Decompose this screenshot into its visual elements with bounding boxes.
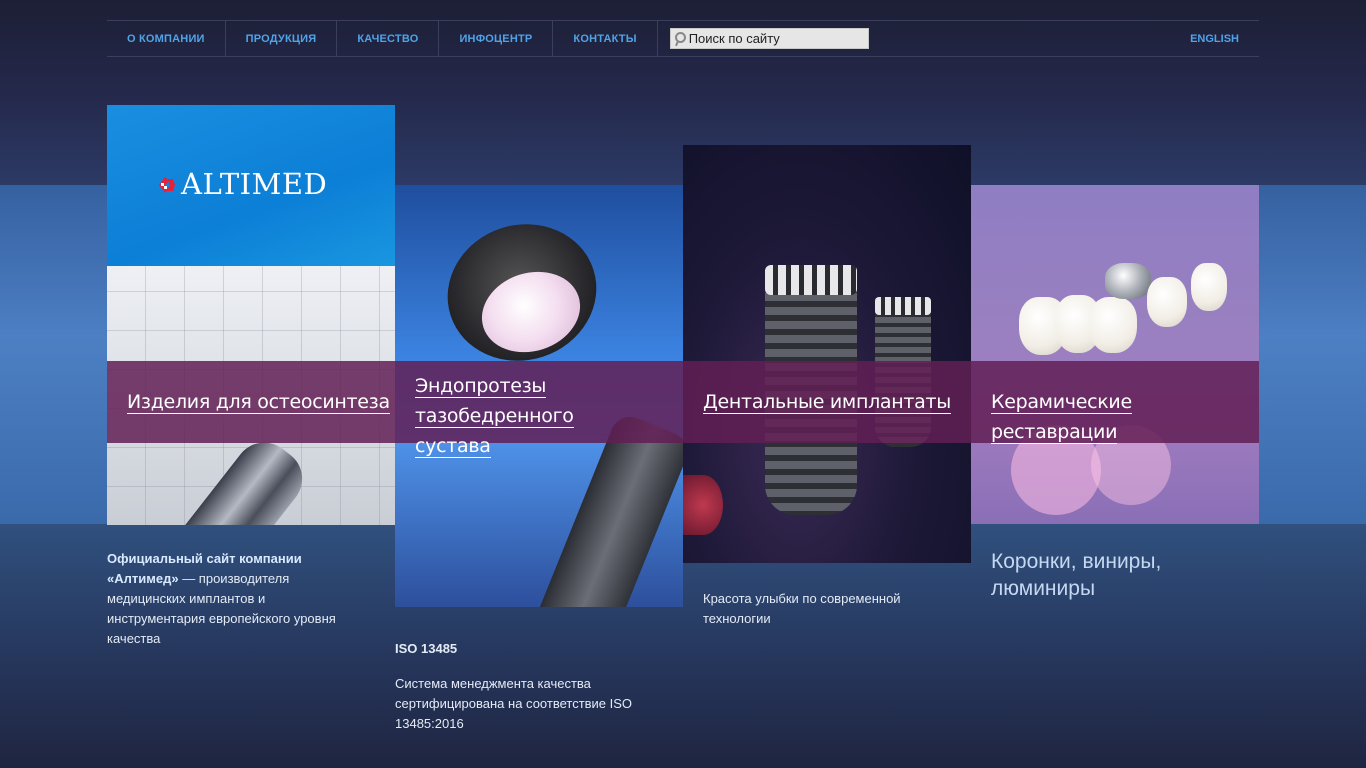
tile-label-osteosynthesis[interactable]: Изделия для остеосинтеза xyxy=(127,387,390,417)
dental-text-line: технологии xyxy=(703,611,771,626)
language-switch[interactable]: ENGLISH xyxy=(1190,33,1259,45)
logo-text: ALTIMED xyxy=(181,167,328,201)
ceramic-description: Коронки, виниры, люминиры xyxy=(991,548,1231,602)
logo-banner[interactable]: ALTIMED xyxy=(107,105,395,266)
tile-hip-endoprosthesis[interactable]: Эндопротезы тазобедренного сустава xyxy=(395,185,683,607)
iso-text-line: Система менеджмента качества xyxy=(395,676,591,691)
tile-label-hip[interactable]: Эндопротезы тазобедренного сустава xyxy=(415,371,683,461)
ceramic-text-line: Коронки, виниры, xyxy=(991,550,1162,573)
metal-crown-image xyxy=(1105,263,1151,299)
search-icon xyxy=(671,29,689,48)
nav-item-quality[interactable]: КАЧЕСТВО xyxy=(337,20,440,57)
tile-label-dental[interactable]: Дентальные имплантаты xyxy=(703,387,951,417)
altimed-logo-icon xyxy=(159,177,175,193)
intro-text-line: инструментария европейского уровня xyxy=(107,611,336,626)
tile-dental-implants[interactable]: Дентальные имплантаты xyxy=(683,145,971,563)
intro-text-line: качества xyxy=(107,631,161,646)
intro-text-line: медицинских имплантов и xyxy=(107,591,266,606)
intro-bold-company: «Алтимед» xyxy=(107,571,179,586)
iso-description: Система менеджмента качества сертифициро… xyxy=(395,674,675,734)
iso-text-line: сертифицирована на соответствие ISO xyxy=(395,696,633,711)
iso-title: ISO 13485 xyxy=(395,641,458,656)
dental-description: Красота улыбки по современной технологии xyxy=(703,589,963,629)
ceramic-tooth-image xyxy=(1191,263,1227,311)
ceramic-text-line: люминиры xyxy=(991,577,1096,600)
search-box[interactable] xyxy=(669,28,869,49)
intro-text-line: — производителя xyxy=(178,571,290,586)
nav-item-products[interactable]: ПРОДУКЦИЯ xyxy=(226,20,338,57)
search-input[interactable] xyxy=(688,29,867,48)
ceramic-tooth-image xyxy=(1089,297,1137,353)
tile-osteosynthesis[interactable]: ALTIMED Изделия для остеосинтеза xyxy=(107,105,395,525)
dental-text-line: Красота улыбки по современной xyxy=(703,591,901,606)
nav-item-contacts[interactable]: КОНТАКТЫ xyxy=(553,20,658,57)
nav-item-infocenter[interactable]: ИНФОЦЕНТР xyxy=(439,20,554,57)
lips-image xyxy=(683,475,723,535)
iso-text-line: 13485:2016 xyxy=(395,716,464,731)
intro-bold-line: Официальный сайт компании xyxy=(107,551,302,566)
tile-label-ceramic[interactable]: Керамические реставрации xyxy=(991,387,1259,447)
intro-text: Официальный сайт компании «Алтимед» — пр… xyxy=(107,549,377,649)
tile-ceramic-restorations[interactable]: Керамические реставрации xyxy=(971,185,1259,524)
top-nav: О КОМПАНИИ ПРОДУКЦИЯ КАЧЕСТВО ИНФОЦЕНТР … xyxy=(107,20,1259,57)
ceramic-tooth-image xyxy=(1147,277,1187,327)
bone-plate-image xyxy=(107,430,315,525)
nav-item-about[interactable]: О КОМПАНИИ xyxy=(107,20,226,57)
